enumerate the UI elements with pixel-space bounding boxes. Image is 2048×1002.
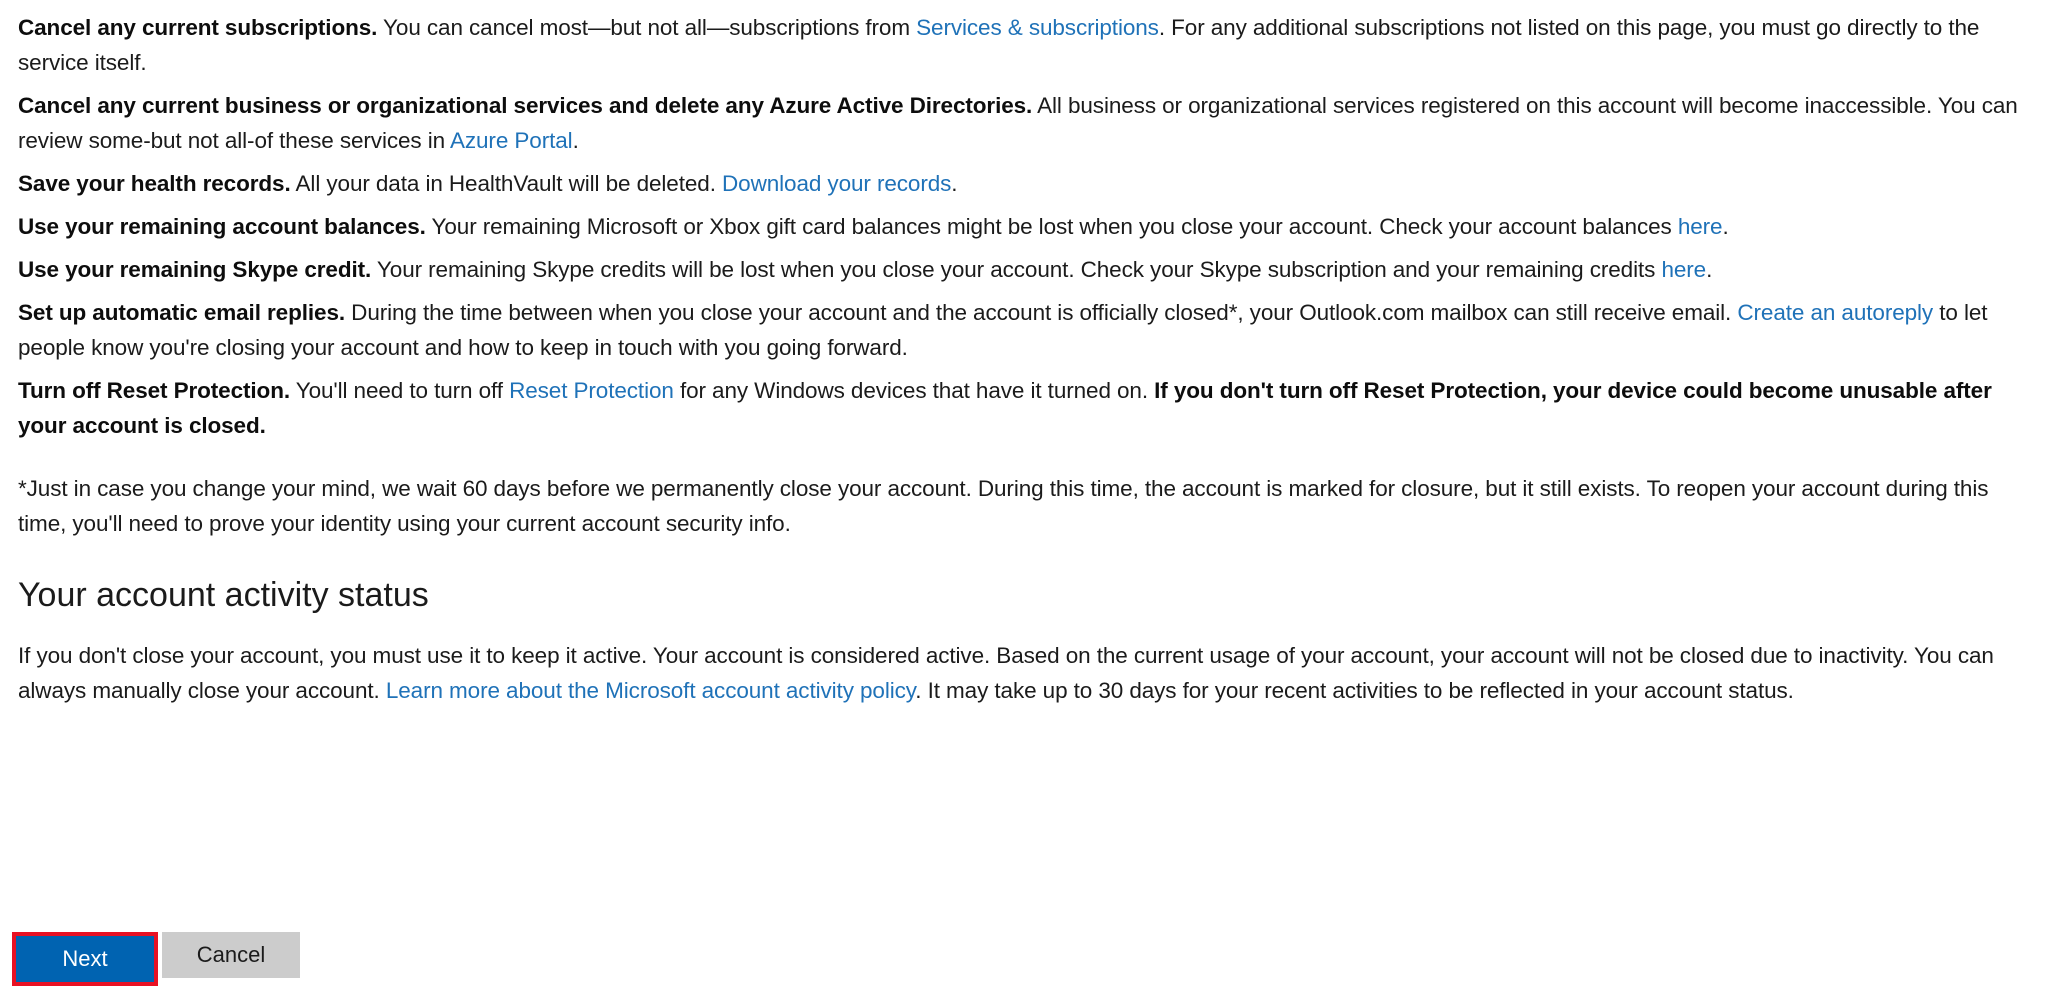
bullet-text-tail: for any Windows devices that have it tur…	[673, 378, 1155, 403]
bullet-text: Your remaining Microsoft or Xbox gift ca…	[425, 214, 1678, 239]
footnote-spacer	[18, 443, 2030, 471]
page-section-heading: Your account activity status	[18, 576, 429, 614]
link-account-activity-policy[interactable]: Learn more about the Microsoft account a…	[386, 678, 916, 703]
activity-text-tail: . It may take up to 30 days for your rec…	[915, 678, 1794, 703]
bullet-text-tail: .	[951, 171, 958, 196]
bullet-use-account-balances: Use your remaining account balances. You…	[18, 209, 2030, 244]
bullet-text: During the time between when you close y…	[345, 300, 1738, 325]
footnote-paragraph: *Just in case you change your mind, we w…	[18, 476, 1989, 536]
link-azure-portal[interactable]: Azure Portal	[450, 128, 573, 153]
bullet-lead: Use your remaining account balances.	[18, 214, 426, 239]
bullet-lead: Cancel any current business or organizat…	[18, 93, 1033, 118]
bullet-lead: Turn off Reset Protection.	[18, 378, 290, 403]
bullet-cancel-subscriptions: Cancel any current subscriptions. You ca…	[18, 10, 2030, 80]
bullet-text: You'll need to turn off	[290, 378, 510, 403]
bullet-lead: Save your health records.	[18, 171, 291, 196]
next-button-highlight-outline: Next	[12, 932, 158, 986]
bullet-cancel-business-services: Cancel any current business or organizat…	[18, 88, 2030, 158]
cancel-button[interactable]: Cancel	[162, 932, 300, 978]
activity-status-paragraph: If you don't close your account, you mus…	[18, 638, 2030, 708]
bullet-text-tail: .	[1706, 257, 1713, 282]
bullet-lead: Use your remaining Skype credit.	[18, 257, 372, 282]
top-spacer	[18, 0, 2030, 10]
link-download-your-records[interactable]: Download your records	[722, 171, 951, 196]
link-account-balances-here[interactable]: here	[1678, 214, 1723, 239]
bullet-text: You can cancel most—but not all—subscrip…	[377, 15, 917, 40]
bullet-automatic-email-replies: Set up automatic email replies. During t…	[18, 295, 2030, 365]
bullet-text: All your data in HealthVault will be del…	[290, 171, 723, 196]
link-services-subscriptions[interactable]: Services & subscriptions	[916, 15, 1159, 40]
account-closure-page: Cancel any current subscriptions. You ca…	[0, 0, 2048, 1002]
bullet-save-health-records: Save your health records. All your data …	[18, 166, 2030, 201]
next-button[interactable]: Next	[16, 936, 154, 982]
heading-bottom-spacer	[18, 616, 2030, 638]
link-skype-credit-here[interactable]: here	[1661, 257, 1706, 282]
bullet-use-skype-credit: Use your remaining Skype credit. Your re…	[18, 252, 2030, 287]
bullet-turn-off-reset-protection: Turn off Reset Protection. You'll need t…	[18, 373, 2030, 443]
bullet-lead: Set up automatic email replies.	[18, 300, 346, 325]
bullet-text: Your remaining Skype credits will be los…	[371, 257, 1662, 282]
bullet-lead: Cancel any current subscriptions.	[18, 15, 378, 40]
link-create-an-autoreply[interactable]: Create an autoreply	[1737, 300, 1933, 325]
action-button-row: Next Cancel	[12, 932, 300, 986]
bullet-text-tail: .	[1722, 214, 1729, 239]
bullet-text-tail: .	[572, 128, 579, 153]
heading-top-spacer	[18, 541, 2030, 574]
link-reset-protection[interactable]: Reset Protection	[509, 378, 674, 403]
